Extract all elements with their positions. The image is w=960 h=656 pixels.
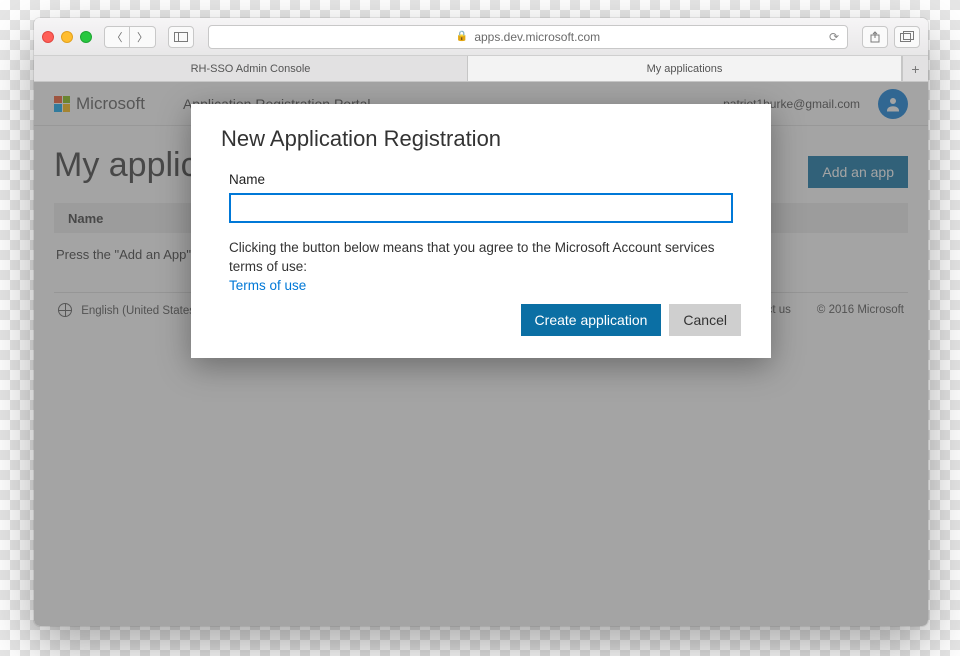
page-viewport: Microsoft Application Registration Porta… [34,82,928,626]
cancel-button[interactable]: Cancel [669,304,741,336]
lock-icon: 🔒 [456,31,468,42]
browser-tab-0[interactable]: RH-SSO Admin Console [34,56,468,81]
address-bar[interactable]: 🔒 apps.dev.microsoft.com ⟳ [208,25,848,49]
dialog-title: New Application Registration [221,126,741,152]
nav-buttons: 〈 〉 [104,26,156,48]
browser-tab-1[interactable]: My applications [468,56,902,81]
name-label: Name [229,172,733,187]
browser-titlebar: 〈 〉 🔒 apps.dev.microsoft.com ⟳ [34,18,928,56]
terms-text: Clicking the button below means that you… [229,240,715,274]
tab-label: My applications [647,63,723,75]
reload-icon[interactable]: ⟳ [829,30,839,44]
window-controls [42,31,92,43]
safari-window: 〈 〉 🔒 apps.dev.microsoft.com ⟳ RH-SSO Ad… [34,18,928,626]
create-application-button[interactable]: Create application [521,304,662,336]
new-app-dialog: New Application Registration Name Clicki… [191,104,771,358]
forward-button[interactable]: 〉 [130,26,156,48]
sidebar-button[interactable] [168,26,194,48]
app-name-input[interactable] [229,193,733,223]
close-window-button[interactable] [42,31,54,43]
new-tab-button[interactable]: + [902,56,928,81]
tab-strip: RH-SSO Admin Console My applications + [34,56,928,82]
tab-label: RH-SSO Admin Console [191,63,311,75]
modal-overlay: New Application Registration Name Clicki… [34,82,928,626]
url-text: apps.dev.microsoft.com [474,30,600,44]
minimize-window-button[interactable] [61,31,73,43]
zoom-window-button[interactable] [80,31,92,43]
terms-link[interactable]: Terms of use [229,278,306,293]
tabs-button[interactable] [894,26,920,48]
back-button[interactable]: 〈 [104,26,130,48]
share-button[interactable] [862,26,888,48]
